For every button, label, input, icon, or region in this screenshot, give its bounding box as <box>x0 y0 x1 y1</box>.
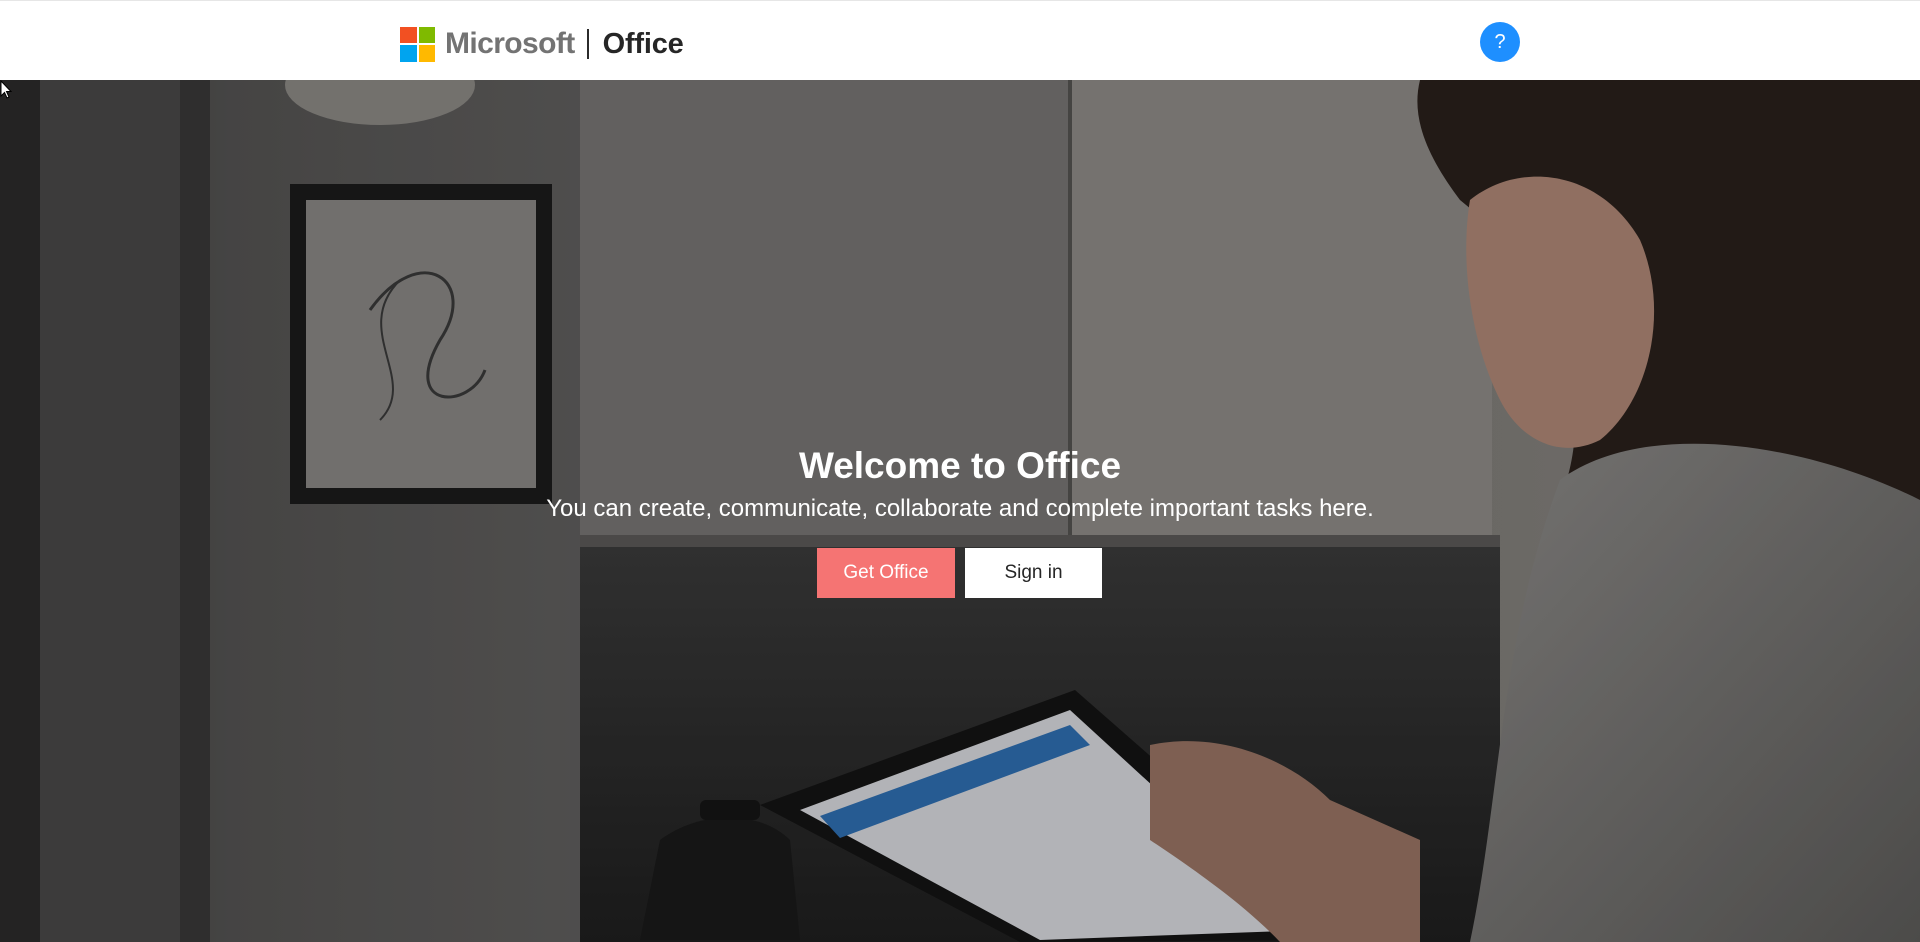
brand-divider <box>586 29 589 59</box>
get-office-button[interactable]: Get Office <box>817 548 955 598</box>
hero-banner: Welcome to Office You can create, commun… <box>0 80 1920 942</box>
microsoft-logo-icon <box>400 26 435 62</box>
hero-title: Welcome to Office <box>798 445 1122 486</box>
site-header: Microsoft Office ? <box>0 0 1920 80</box>
brand-company-name: Microsoft <box>445 27 575 60</box>
help-button[interactable]: ? <box>1480 22 1520 62</box>
question-mark-icon: ? <box>1494 30 1506 53</box>
brand-logo-link[interactable]: Microsoft Office <box>400 26 684 62</box>
hero-actions: Get Office Sign in <box>0 548 1920 598</box>
hero-subtitle: You can create, communicate, collaborate… <box>546 495 1374 522</box>
sign-in-button[interactable]: Sign in <box>965 548 1102 598</box>
mouse-pointer-icon <box>0 80 13 99</box>
brand-product-name: Office <box>602 27 684 60</box>
hero-content: Welcome to Office You can create, commun… <box>0 442 1920 598</box>
